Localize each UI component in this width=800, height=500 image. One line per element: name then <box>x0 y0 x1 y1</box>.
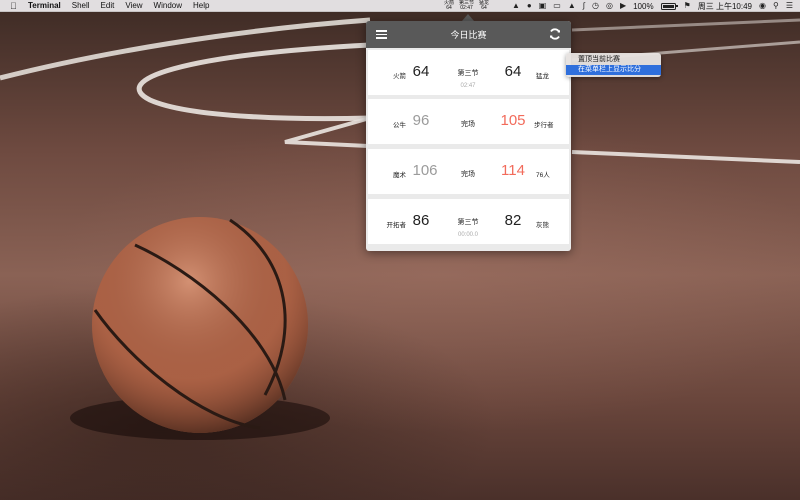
away-team: 76人 <box>536 172 550 179</box>
scores-popover: 今日比赛 火箭 64 第三节 02:47 64 猛龙 公牛 96 完场 105 … <box>366 21 571 251</box>
notification-center-icon[interactable]: ☰ <box>786 0 793 12</box>
home-team: 公牛 <box>393 122 406 129</box>
bluetooth-icon[interactable]: ∫ <box>583 0 585 12</box>
home-score: 96 <box>412 112 430 129</box>
menu-help[interactable]: Help <box>193 0 209 12</box>
home-score: 86 <box>412 212 430 229</box>
mini-away-score: 64 <box>481 5 487 11</box>
airplay-icon[interactable]: ▲ <box>568 0 576 12</box>
menu-item-show-score-in-menubar[interactable]: 在菜单栏上显示比分 <box>566 65 661 75</box>
volume-icon[interactable]: ▶ <box>620 0 626 12</box>
flag-icon[interactable]: ⚑ <box>684 0 691 12</box>
wifi-icon[interactable]: ◎ <box>606 0 613 12</box>
mini-clock: 02:47 <box>460 5 473 11</box>
game-row[interactable]: 公牛 96 完场 105 步行者 <box>368 99 569 144</box>
away-score: 105 <box>500 112 526 129</box>
mini-home: 火箭 64 <box>444 0 454 12</box>
hamburger-menu-icon[interactable] <box>376 30 387 39</box>
hat-icon[interactable]: ▲ <box>512 0 520 12</box>
away-score: 114 <box>501 162 525 179</box>
status-area: ▲ ● ▣ ▭ ▲ ∫ ◷ ◎ ▶ 100% ⚑ 周三 上午10:49 ◉ ⚲ … <box>512 0 800 12</box>
game-state: 第三节 <box>457 70 479 77</box>
menu-window[interactable]: Window <box>154 0 182 12</box>
menu-item-pin-game[interactable]: 置顶当前比赛 <box>566 55 661 65</box>
menubar-score-widget[interactable]: 火箭 64 第三节 02:47 猛龙 64 <box>444 0 494 12</box>
home-score: 106 <box>412 162 438 179</box>
menu-edit[interactable]: Edit <box>101 0 115 12</box>
menubar-clock[interactable]: 周三 上午10:49 <box>698 1 752 12</box>
battery-percent: 100% <box>633 1 654 11</box>
user-icon[interactable]: ◉ <box>759 0 766 12</box>
wechat-icon[interactable]: ● <box>527 0 532 12</box>
cast-icon[interactable]: ▭ <box>553 0 561 12</box>
game-row[interactable]: 开拓者 86 第三节 00:00.0 82 灰熊 <box>368 199 569 244</box>
game-state: 完场 <box>461 171 475 178</box>
mini-home-score: 64 <box>446 5 452 11</box>
game-row[interactable]: 魔术 106 完场 114 76人 <box>368 149 569 194</box>
menu-shell[interactable]: Shell <box>72 0 90 12</box>
home-score: 64 <box>412 63 430 80</box>
context-menu: 置顶当前比赛 在菜单栏上显示比分 <box>566 53 661 77</box>
away-team: 猛龙 <box>536 73 549 80</box>
mini-period: 第三节 02:47 <box>459 0 474 12</box>
menu-bar:  Terminal Shell Edit View Window Help 火… <box>0 0 800 12</box>
game-clock: 00:00.0 <box>457 232 479 238</box>
menu-view[interactable]: View <box>125 0 142 12</box>
popover-arrow <box>462 14 474 21</box>
search-icon[interactable]: ⚲ <box>773 0 779 12</box>
game-state: 第三节 <box>457 219 479 226</box>
refresh-icon[interactable] <box>548 27 562 41</box>
home-team: 魔术 <box>393 172 406 179</box>
game-state: 完场 <box>461 121 475 128</box>
home-team: 开拓者 <box>386 222 407 229</box>
away-team: 步行者 <box>534 122 554 129</box>
away-score: 82 <box>504 212 522 229</box>
home-team: 火箭 <box>393 73 406 80</box>
game-clock: 02:47 <box>460 83 476 89</box>
apple-icon[interactable]:  <box>10 0 20 12</box>
away-team: 灰熊 <box>536 222 549 229</box>
popover-title: 今日比赛 <box>450 30 487 40</box>
away-score: 64 <box>504 63 522 80</box>
mini-away: 猛龙 64 <box>479 0 489 12</box>
game-row[interactable]: 火箭 64 第三节 02:47 64 猛龙 <box>368 50 569 95</box>
clock-icon[interactable]: ◷ <box>592 0 599 12</box>
popover-header: 今日比赛 <box>366 21 571 48</box>
menu-app-name[interactable]: Terminal <box>28 0 61 12</box>
battery-icon[interactable] <box>660 2 678 10</box>
display-icon[interactable]: ▣ <box>539 0 547 12</box>
